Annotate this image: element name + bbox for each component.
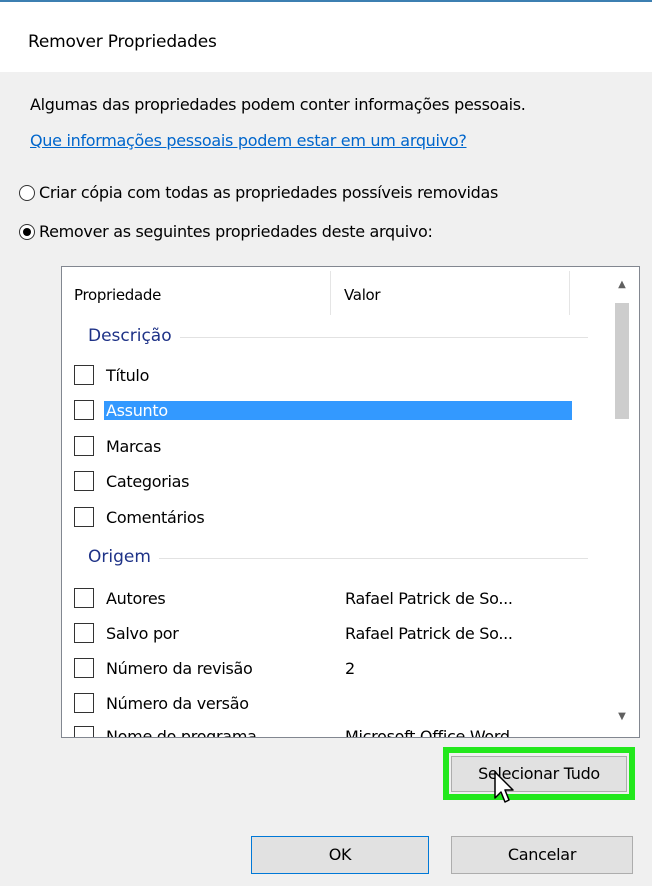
property-row-title[interactable]: Título [74, 361, 594, 389]
checkbox[interactable] [74, 658, 94, 678]
group-divider [158, 557, 588, 559]
checkbox[interactable] [74, 400, 94, 420]
property-name: Autores [106, 588, 166, 608]
property-value: Rafael Patrick de So... [345, 623, 513, 643]
checkbox[interactable] [74, 623, 94, 643]
personal-info-link[interactable]: Que informações pessoais podem estar em … [30, 131, 467, 150]
scroll-down-arrow-icon[interactable]: ▼ [605, 711, 639, 722]
checkbox[interactable] [74, 436, 94, 456]
checkbox[interactable] [74, 693, 94, 713]
group-header-label: Descrição [88, 326, 172, 346]
cancel-button[interactable]: Cancelar [451, 836, 633, 874]
scroll-up-arrow-icon[interactable]: ▲ [605, 279, 639, 290]
property-row-tags[interactable]: Marcas [74, 432, 594, 460]
checkbox[interactable] [74, 588, 94, 608]
property-name: Salvo por [106, 623, 179, 643]
window-title: Remover Propriedades [28, 32, 217, 52]
column-divider[interactable] [330, 271, 331, 315]
property-name: Assunto [104, 400, 572, 420]
property-value: 2 [345, 658, 355, 678]
property-name: Nome do programa [106, 726, 257, 738]
property-name: Título [106, 365, 150, 385]
highlight-box [443, 747, 635, 800]
property-row-revision-number[interactable]: Número da revisão 2 [74, 654, 594, 682]
property-name: Comentários [106, 507, 205, 527]
properties-list[interactable]: Propriedade Valor Descrição Título Assun… [61, 266, 640, 738]
property-name: Categorias [106, 471, 190, 491]
property-row-comments[interactable]: Comentários [74, 503, 594, 531]
column-header-value[interactable]: Valor [332, 267, 570, 317]
title-bar: Remover Propriedades [0, 0, 652, 72]
property-value: Microsoft Office Word [345, 726, 510, 738]
radio-remove-properties-label: Remover as seguintes propriedades deste … [39, 222, 433, 241]
property-row-categories[interactable]: Categorias [74, 467, 594, 495]
group-header-description: Descrição [88, 326, 588, 346]
property-row-program-name[interactable]: Nome do programa Microsoft Office Word [74, 722, 594, 738]
checkbox[interactable] [74, 365, 94, 385]
group-header-label: Origem [88, 547, 151, 567]
column-header-property[interactable]: Propriedade [62, 267, 332, 317]
radio-remove-properties-circle[interactable] [19, 223, 35, 240]
property-name: Marcas [106, 436, 161, 456]
ok-button[interactable]: OK [251, 836, 429, 874]
mouse-pointer-icon [494, 771, 514, 803]
radio-remove-properties[interactable]: Remover as seguintes propriedades deste … [19, 222, 433, 241]
property-row-authors[interactable]: Autores Rafael Patrick de So... [74, 584, 594, 612]
scrollbar-thumb[interactable] [615, 303, 629, 419]
checkbox[interactable] [74, 471, 94, 491]
checkbox[interactable] [74, 726, 94, 737]
checkbox[interactable] [74, 507, 94, 527]
info-text: Algumas das propriedades podem conter in… [30, 95, 526, 114]
property-name: Número da versão [106, 693, 249, 713]
property-name: Número da revisão [106, 658, 253, 678]
group-header-origin: Origem [88, 547, 588, 567]
radio-create-copy-label: Criar cópia com todas as propriedades po… [39, 183, 499, 202]
radio-create-copy-circle[interactable] [19, 184, 35, 201]
group-divider [179, 336, 588, 338]
vertical-scrollbar[interactable]: ▲ ▼ [605, 267, 639, 737]
column-divider[interactable] [569, 271, 570, 315]
property-row-version-number[interactable]: Número da versão [74, 689, 594, 717]
property-row-saved-by[interactable]: Salvo por Rafael Patrick de So... [74, 619, 594, 647]
radio-create-copy[interactable]: Criar cópia com todas as propriedades po… [19, 183, 498, 202]
property-row-subject[interactable]: Assunto [74, 396, 594, 424]
property-value: Rafael Patrick de So... [345, 588, 513, 608]
